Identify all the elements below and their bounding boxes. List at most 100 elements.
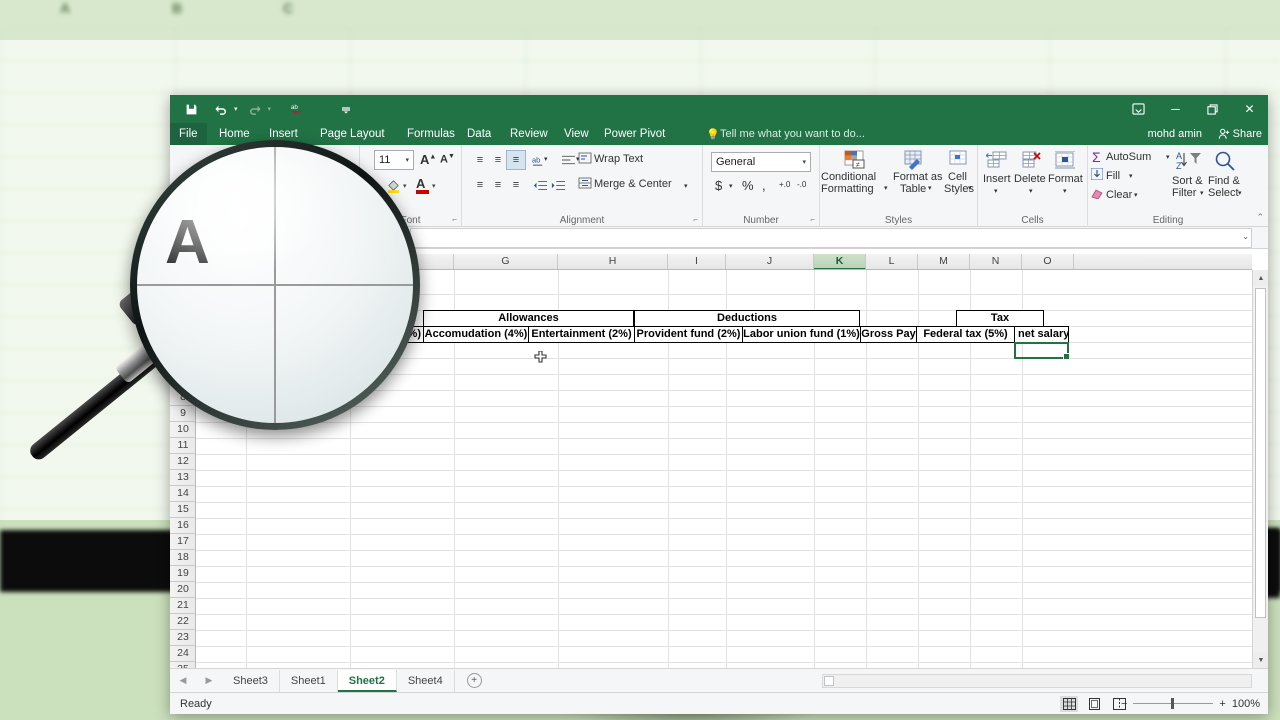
align-top-icon[interactable]: ≡	[470, 150, 490, 170]
align-right-icon[interactable]: ≡	[506, 175, 526, 195]
sort-filter-icon[interactable]: A Z	[1176, 150, 1202, 177]
decrease-indent-button[interactable]	[530, 175, 550, 195]
font-size-dropdown-icon[interactable]: ▾	[405, 152, 409, 170]
tab-review[interactable]: Review	[501, 123, 557, 145]
clear-dropdown-icon[interactable]: ▾	[1134, 191, 1138, 199]
font-dialog-launcher[interactable]: ⌐	[452, 215, 457, 224]
sheet-tab-sheet2[interactable]: Sheet2	[337, 669, 397, 692]
sheet-tab-sheet3[interactable]: Sheet3	[222, 669, 280, 692]
insert-cells-label[interactable]: Insert	[983, 173, 1011, 185]
font-color-dropdown-icon[interactable]: ▾	[432, 182, 436, 190]
number-format-select[interactable]: General ▾	[711, 152, 811, 172]
column-header-o[interactable]: O	[1022, 254, 1074, 269]
tab-insert[interactable]: Insert	[260, 123, 307, 145]
fill-button[interactable]: Fill	[1090, 167, 1120, 182]
merge-center-dropdown-icon[interactable]: ▾	[684, 182, 688, 190]
find-select-label[interactable]: Find &	[1208, 175, 1240, 187]
tab-home[interactable]: Home	[210, 123, 259, 145]
delete-dropdown-icon[interactable]: ▾	[1029, 187, 1033, 195]
fill-color-dropdown-icon[interactable]: ▾	[403, 182, 407, 190]
header-provident-fund[interactable]: Provident fund (2%)	[634, 326, 743, 343]
restore-button[interactable]	[1194, 95, 1231, 123]
wrap-text-button[interactable]: Wrap Text	[578, 152, 643, 165]
header-accomudation[interactable]: Accomudation (4%)	[423, 326, 529, 343]
column-header-k[interactable]: K	[814, 254, 866, 269]
zoom-slider-handle[interactable]	[1171, 698, 1175, 709]
currency-dropdown-icon[interactable]: ▾	[729, 182, 733, 190]
format-cells-icon[interactable]	[1054, 150, 1076, 174]
row-header-20[interactable]: 20	[170, 582, 195, 598]
formula-input[interactable]: ⌄	[410, 228, 1252, 248]
conditional-formatting-label[interactable]: Conditional	[821, 171, 876, 183]
row-header-6[interactable]: 6	[170, 310, 195, 326]
delete-cells-label[interactable]: Delete	[1014, 173, 1046, 185]
column-header-g[interactable]: G	[454, 254, 558, 269]
format-as-table-label2[interactable]: Table	[900, 183, 926, 195]
row-header-24[interactable]: 24	[170, 646, 195, 662]
decrease-indent-icon[interactable]	[558, 150, 578, 170]
shrink-font-icon[interactable]: A▼	[440, 153, 455, 166]
comma-style-icon[interactable]: ,	[762, 178, 766, 193]
zoom-slider[interactable]	[1133, 698, 1214, 709]
align-bottom-icon[interactable]: ≡	[506, 150, 526, 170]
row-header-21[interactable]: 21	[170, 598, 195, 614]
find-select-icon[interactable]	[1214, 150, 1236, 177]
format-as-table-label[interactable]: Format as	[893, 171, 943, 183]
font-size-input[interactable]: 11 ▾	[374, 150, 414, 170]
autosum-button[interactable]: Σ AutoSum	[1092, 149, 1151, 165]
decrease-decimal-icon[interactable]: -.0	[797, 180, 806, 189]
tell-me-search[interactable]: Tell me what you want to do...	[720, 123, 865, 145]
expand-formula-bar-icon[interactable]: ⌄	[1242, 232, 1249, 241]
format-dropdown-icon[interactable]: ▾	[1063, 187, 1067, 195]
tab-file[interactable]: File	[170, 123, 207, 145]
sheet-nav-prev-icon[interactable]: ◀	[180, 675, 187, 686]
row-header-13[interactable]: 13	[170, 470, 195, 486]
sort-filter-label2[interactable]: Filter	[1172, 187, 1196, 199]
row-header-15[interactable]: 15	[170, 502, 195, 518]
undo-dropdown-icon[interactable]: ▾	[234, 105, 238, 113]
font-color-icon[interactable]: A	[416, 176, 429, 194]
tab-formulas[interactable]: Formulas	[398, 123, 464, 145]
normal-view-icon[interactable]	[1060, 695, 1078, 712]
column-header-h[interactable]: H	[558, 254, 668, 269]
find-select-label2[interactable]: Select	[1208, 187, 1239, 199]
minimize-button[interactable]: ─	[1157, 95, 1194, 123]
currency-icon[interactable]: $	[715, 178, 722, 193]
header-net-salary[interactable]: net salary	[1014, 326, 1069, 343]
row-header-18[interactable]: 18	[170, 550, 195, 566]
cell-area[interactable]: Allowances Deductions Tax ical (3%) Acco…	[196, 270, 1252, 668]
sheet-tab-sheet4[interactable]: Sheet4	[397, 669, 455, 692]
sheet-nav-next-icon[interactable]: ▶	[206, 675, 213, 686]
tab-data[interactable]: Data	[458, 123, 500, 145]
header-gross-pay[interactable]: Gross Pay	[860, 326, 917, 343]
close-button[interactable]: ✕	[1231, 95, 1268, 123]
conditional-formatting-dropdown-icon[interactable]: ▾	[884, 184, 888, 192]
row-header-17[interactable]: 17	[170, 534, 195, 550]
grow-font-icon[interactable]: A▲	[420, 152, 436, 167]
merge-center-button[interactable]: Merge & Center	[578, 177, 672, 190]
column-header-i[interactable]: I	[668, 254, 726, 269]
row-header-19[interactable]: 19	[170, 566, 195, 582]
row-header-23[interactable]: 23	[170, 630, 195, 646]
alignment-dialog-launcher[interactable]: ⌐	[693, 215, 698, 224]
sheet-tab-sheet1[interactable]: Sheet1	[280, 669, 338, 692]
zoom-in-button[interactable]: +	[1219, 698, 1225, 710]
number-dialog-launcher[interactable]: ⌐	[810, 215, 815, 224]
spelling-icon[interactable]: ab	[285, 98, 311, 120]
insert-dropdown-icon[interactable]: ▾	[994, 187, 998, 195]
group-header-tax[interactable]: Tax	[956, 310, 1044, 327]
undo-icon[interactable]	[208, 98, 234, 120]
conditional-formatting-label2[interactable]: Formatting	[821, 183, 874, 195]
collapse-ribbon-icon[interactable]: ⌃	[1256, 212, 1264, 223]
column-header-j[interactable]: J	[726, 254, 814, 269]
name-box[interactable]	[170, 228, 330, 248]
group-header-deductions[interactable]: Deductions	[634, 310, 860, 327]
insert-cells-icon[interactable]	[985, 151, 1008, 174]
header-federal-tax[interactable]: Federal tax (5%)	[916, 326, 1015, 343]
header-entertainment[interactable]: Entertainment (2%)	[528, 326, 635, 343]
align-left-icon[interactable]: ≡	[470, 175, 490, 195]
column-header-m[interactable]: M	[918, 254, 970, 269]
increase-indent-button[interactable]	[548, 175, 568, 195]
delete-cells-icon[interactable]	[1020, 151, 1042, 174]
fill-dropdown-icon[interactable]: ▾	[1129, 172, 1133, 180]
